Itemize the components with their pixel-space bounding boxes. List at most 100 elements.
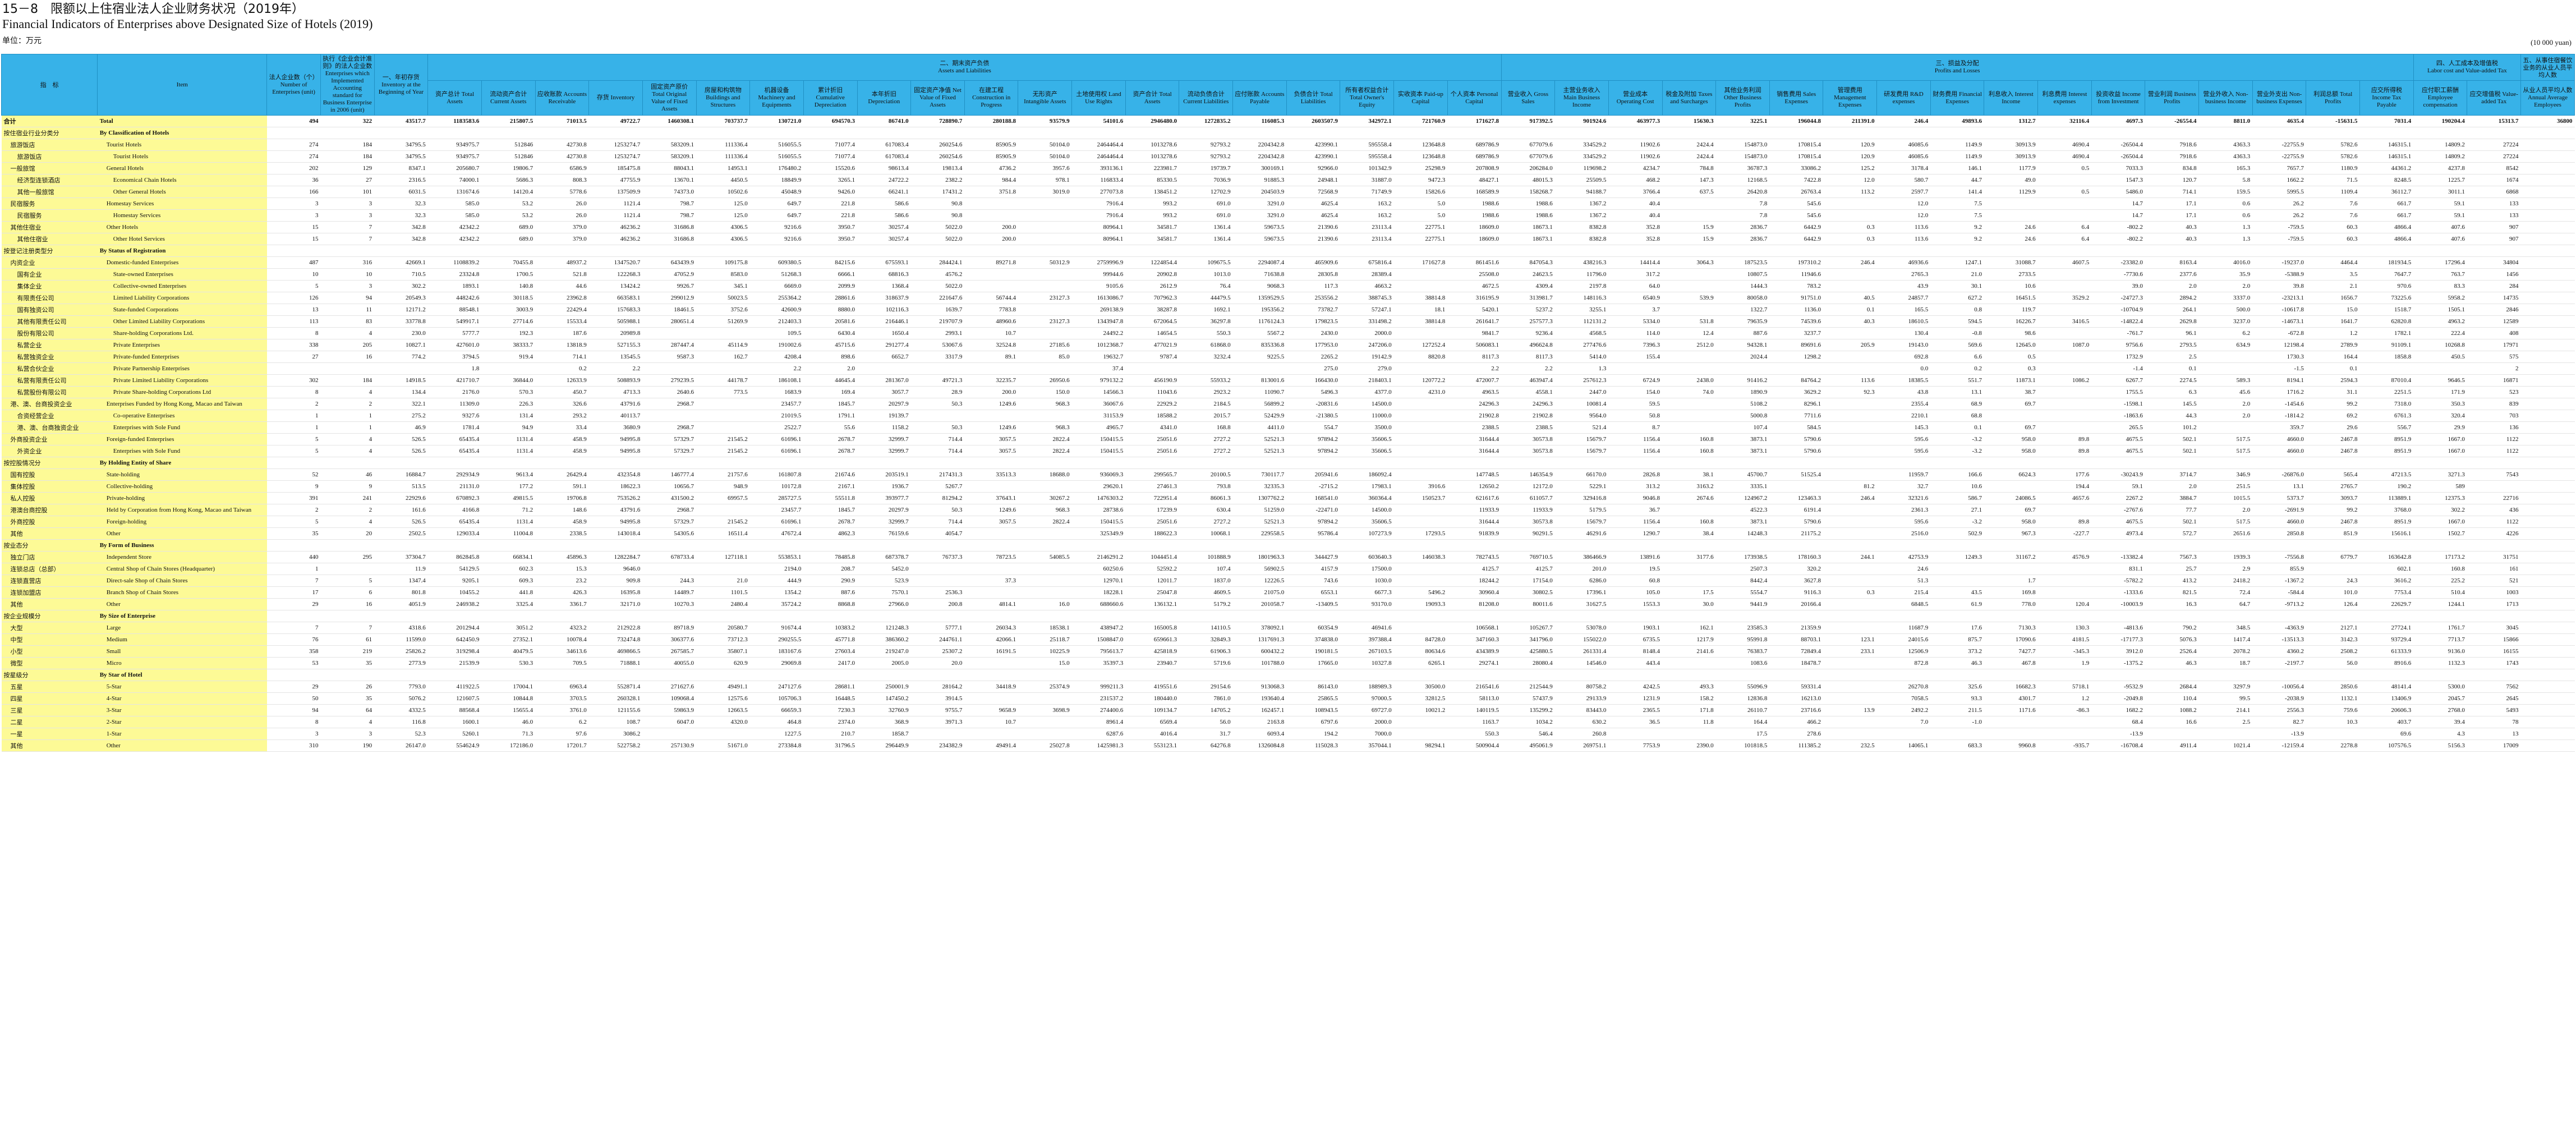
cell-value: 11.8 — [1662, 716, 1716, 728]
cell-value: 43.5 — [1930, 586, 1984, 599]
cell-value: 171627.8 — [1447, 115, 1502, 127]
cell-value: 122268.3 — [588, 268, 643, 281]
cell-value: 469866.5 — [588, 645, 643, 658]
cell-value — [1662, 669, 1716, 681]
cell-value: 2674.6 — [1662, 492, 1716, 504]
cell-value: 1600.1 — [427, 716, 482, 728]
cell-value: 1692.1 — [1179, 304, 1233, 316]
cell-value: 148116.3 — [1554, 292, 1609, 304]
cell-value — [1823, 716, 1877, 728]
cell-value: 517.5 — [2198, 516, 2253, 528]
cell-value — [1662, 245, 1716, 257]
cell-value: 575 — [2467, 351, 2521, 363]
cell-value: 45771.8 — [803, 633, 857, 646]
cell-value: 14546.0 — [1554, 657, 1609, 669]
cell-value: 5 — [266, 516, 321, 528]
table-row: 港、澳、台商独资企业 Enterprises with Sole Fund 1 1 46… — [1, 421, 2575, 434]
cell-value: 2727.2 — [1179, 445, 1233, 457]
cell-value: 22716 — [2467, 492, 2521, 504]
cell-value: 2251.5 — [2359, 386, 2414, 398]
cell-value: 6735.5 — [1608, 633, 1662, 646]
cell-value — [2145, 610, 2199, 622]
cell-value: 2127.1 — [2306, 622, 2360, 634]
cell-value: 0.6 — [2198, 197, 2253, 210]
cell-value: 35606.5 — [1340, 433, 1394, 445]
cell-value: 105706.3 — [749, 692, 804, 705]
cell-value: 147748.5 — [1447, 468, 1502, 481]
cell-value: 5108.2 — [1715, 398, 1770, 410]
cell-value — [2520, 504, 2575, 516]
cell-value: 9116.3 — [1769, 586, 1823, 599]
cell-value: 131.4 — [481, 410, 536, 422]
cell-value: 14500.0 — [1340, 504, 1394, 516]
cell-value: 15 — [266, 233, 321, 245]
cell-value: 46.3 — [1930, 657, 1984, 669]
cell-value — [2520, 657, 2575, 669]
cell-value: 15533.4 — [535, 315, 589, 328]
cell-value: 233.1 — [1823, 645, 1877, 658]
cell-value — [2306, 127, 2360, 139]
cell-value: 57329.7 — [642, 516, 697, 528]
cell-value: 24.6 — [1984, 233, 2038, 245]
cell-value: 1224854.4 — [1125, 256, 1179, 269]
cell-value: 6553.1 — [1286, 586, 1340, 599]
cell-value: 194.2 — [1286, 728, 1340, 740]
cell-value: 16 — [320, 351, 375, 363]
cell-value: 38.4 — [1662, 527, 1716, 540]
cell-value: 901924.6 — [1554, 115, 1609, 127]
cell-value — [696, 728, 750, 740]
row-label-en: 3-Star — [97, 704, 267, 716]
cell-value: -0.8 — [1930, 327, 1984, 339]
cell-value: 43517.7 — [374, 115, 428, 127]
cell-value: 98294.1 — [1393, 739, 1448, 752]
cell-value: 4657.6 — [2037, 492, 2092, 504]
cell-value: 13818.9 — [535, 339, 589, 351]
cell-value: 689.0 — [481, 233, 536, 245]
cell-value: 40479.5 — [481, 645, 536, 658]
cell-value: -10704.9 — [2091, 304, 2145, 316]
cell-value: 4 — [320, 386, 375, 398]
cell-value: 61333.9 — [2359, 645, 2414, 658]
cell-value: 26420.8 — [1715, 186, 1770, 198]
row-label-zh: 一星 — [1, 728, 98, 740]
cell-value — [1393, 516, 1448, 528]
cell-value: 17173.2 — [2413, 551, 2467, 563]
cell-value — [1823, 197, 1877, 210]
cell-value — [803, 539, 857, 552]
cell-value: 12172.0 — [1501, 480, 1555, 493]
cell-value — [857, 669, 911, 681]
cell-value: 26.0 — [535, 197, 589, 210]
cell-value: 97894.2 — [1286, 445, 1340, 457]
cell-value: 24948.1 — [1286, 174, 1340, 186]
cell-value: 61868.0 — [1179, 339, 1233, 351]
cell-value — [1018, 209, 1072, 222]
row-label-en: Private-funded Enterprises — [97, 351, 267, 363]
section-row: 按控股情况分 By Holding Entity of Share — [1, 457, 2575, 469]
cell-value: 360364.4 — [1340, 492, 1394, 504]
row-label-en: Private Share-holding Corporations Ltd — [97, 386, 267, 398]
cell-value — [1393, 421, 1448, 434]
cell-value: 637.5 — [1662, 186, 1716, 198]
cell-value: 47052.9 — [642, 268, 697, 281]
cell-value: 358 — [266, 645, 321, 658]
cell-value: 154873.0 — [1715, 150, 1770, 163]
cell-value: 1.3 — [2198, 221, 2253, 233]
cell-value: 9105.6 — [1071, 280, 1126, 292]
cell-value: 22429.4 — [535, 304, 589, 316]
cell-value: 875.7 — [1930, 633, 1984, 646]
cell-value: 6761.3 — [2359, 410, 2414, 422]
cell-value: 60.3 — [2306, 221, 2360, 233]
cell-value: 46085.6 — [1876, 150, 1931, 163]
cell-value — [535, 669, 589, 681]
cell-value: 11933.9 — [1447, 504, 1502, 516]
cell-value: 296449.9 — [857, 739, 911, 752]
cell-value: -17177.3 — [2091, 633, 2145, 646]
cell-value: 7647.7 — [2359, 268, 2414, 281]
cell-value: 774.2 — [374, 351, 428, 363]
cell-value: 31627.5 — [1554, 598, 1609, 610]
cell-value: 313981.7 — [1501, 292, 1555, 304]
cell-value — [749, 127, 804, 139]
cell-value — [1823, 268, 1877, 281]
cell-value — [964, 457, 1018, 469]
cell-value: 11796.0 — [1554, 268, 1609, 281]
